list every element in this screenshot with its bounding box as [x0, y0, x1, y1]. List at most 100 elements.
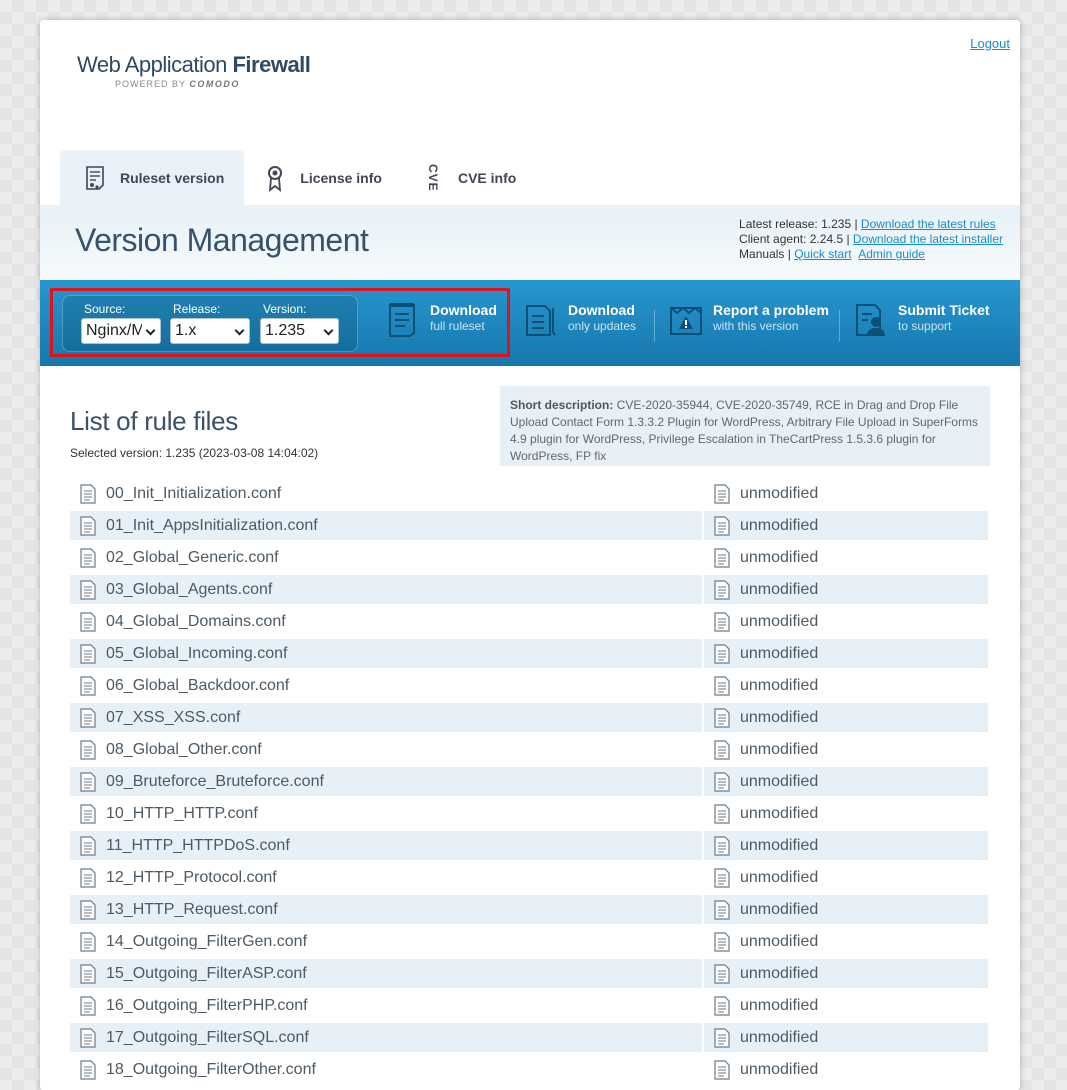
file-icon [80, 1059, 96, 1080]
rule-file-name[interactable]: 04_Global_Domains.conf [106, 613, 286, 631]
version-label: Version: [263, 302, 307, 316]
rule-file-status: unmodified [740, 580, 819, 598]
rule-file-name[interactable]: 14_Outgoing_FilterGen.conf [106, 933, 307, 951]
status-cell: unmodified [704, 543, 988, 572]
admin-guide-link[interactable]: Admin guide [858, 247, 925, 261]
file-icon [714, 803, 730, 824]
tab-ruleset-version[interactable]: Ruleset version [60, 150, 245, 205]
status-cell: unmodified [704, 479, 988, 508]
rule-file-name[interactable]: 17_Outgoing_FilterSQL.conf [106, 1029, 309, 1047]
table-row: 03_Global_Agents.conf unmodified [70, 574, 990, 606]
status-cell: unmodified [704, 767, 988, 796]
table-row: 16_Outgoing_FilterPHP.conf unmodified [70, 990, 990, 1022]
download-full-ruleset-button[interactable]: Download full ruleset [386, 302, 497, 346]
release-select[interactable]: 1.x [170, 318, 250, 344]
file-cell: 02_Global_Generic.conf [70, 543, 702, 572]
logo-powered-by: POWERED BY [115, 79, 190, 89]
file-icon [714, 867, 730, 888]
rule-file-status: unmodified [740, 612, 819, 630]
file-cell: 11_HTTP_HTTPDoS.conf [70, 831, 702, 860]
certificate-icon [264, 164, 286, 192]
version-management-header: Version Management Latest release: 1.235… [40, 205, 1020, 280]
file-icon [80, 547, 96, 568]
rule-file-status: unmodified [740, 740, 819, 758]
file-icon [80, 771, 96, 792]
rule-file-name[interactable]: 06_Global_Backdoor.conf [106, 677, 289, 695]
rule-file-name[interactable]: 08_Global_Other.conf [106, 741, 262, 759]
file-cell: 10_HTTP_HTTP.conf [70, 799, 702, 828]
rule-file-status: unmodified [740, 484, 819, 502]
file-cell: 16_Outgoing_FilterPHP.conf [70, 991, 702, 1020]
short-description-label: Short description: [510, 398, 614, 412]
report-problem-sublabel: with this version [713, 319, 799, 333]
file-icon [80, 707, 96, 728]
table-row: 00_Init_Initialization.conf unmodified [70, 478, 990, 510]
download-latest-installer-link[interactable]: Download the latest installer [853, 232, 1003, 246]
rule-file-status: unmodified [740, 804, 819, 822]
report-problem-button[interactable]: Report a problem with this version [669, 302, 829, 346]
rule-file-status: unmodified [740, 1060, 819, 1078]
file-icon [714, 643, 730, 664]
download-latest-rules-link[interactable]: Download the latest rules [861, 217, 996, 231]
file-icon [80, 1027, 96, 1048]
version-select[interactable]: 1.235 [260, 318, 339, 344]
status-cell: unmodified [704, 511, 988, 540]
file-icon [714, 483, 730, 504]
table-row: 10_HTTP_HTTP.conf unmodified [70, 798, 990, 830]
rule-file-name[interactable]: 00_Init_Initialization.conf [106, 485, 281, 503]
rule-file-name[interactable]: 15_Outgoing_FilterASP.conf [106, 965, 307, 983]
file-icon [80, 867, 96, 888]
file-cell: 04_Global_Domains.conf [70, 607, 702, 636]
tab-cve-info-label: CVE info [457, 169, 517, 186]
rule-file-name[interactable]: 05_Global_Incoming.conf [106, 645, 287, 663]
rule-file-name[interactable]: 07_XSS_XSS.conf [106, 709, 240, 727]
table-row: 18_Outgoing_FilterOther.conf unmodified [70, 1054, 990, 1086]
tab-ruleset-version-label: Ruleset version [120, 169, 225, 186]
status-cell: unmodified [704, 607, 988, 636]
status-cell: unmodified [704, 1023, 988, 1052]
file-icon [714, 611, 730, 632]
logo-title-light: Web Application [77, 52, 233, 77]
rule-file-name[interactable]: 16_Outgoing_FilterPHP.conf [106, 997, 308, 1015]
warning-icon [670, 306, 702, 335]
rule-file-name[interactable]: 02_Global_Generic.conf [106, 549, 279, 567]
table-row: 08_Global_Other.conf unmodified [70, 734, 990, 766]
rule-file-name[interactable]: 03_Global_Agents.conf [106, 581, 272, 599]
rule-file-name[interactable]: 10_HTTP_HTTP.conf [106, 805, 258, 823]
updates-download-icon [526, 305, 556, 336]
file-cell: 01_Init_AppsInitialization.conf [70, 511, 702, 540]
rule-file-status: unmodified [740, 868, 819, 886]
rule-file-name[interactable]: 11_HTTP_HTTPDoS.conf [106, 837, 290, 855]
status-cell: unmodified [704, 895, 988, 924]
rule-file-status: unmodified [740, 836, 819, 854]
rule-file-name[interactable]: 13_HTTP_Request.conf [106, 901, 278, 919]
file-icon [80, 515, 96, 536]
rule-file-name[interactable]: 12_HTTP_Protocol.conf [106, 869, 277, 887]
table-row: 06_Global_Backdoor.conf unmodified [70, 670, 990, 702]
logout-link[interactable]: Logout [970, 36, 1010, 51]
rule-file-status: unmodified [740, 1028, 819, 1046]
rule-file-name[interactable]: 18_Outgoing_FilterOther.conf [106, 1061, 316, 1079]
quick-start-link[interactable]: Quick start [794, 247, 851, 261]
tab-license-info[interactable]: License info [244, 150, 402, 205]
table-row: 13_HTTP_Request.conf unmodified [70, 894, 990, 926]
table-row: 05_Global_Incoming.conf unmodified [70, 638, 990, 670]
file-icon [714, 739, 730, 760]
submit-ticket-button[interactable]: Submit Ticket to support [854, 302, 990, 346]
tab-cve-info[interactable]: CVE CVE info [402, 150, 536, 205]
file-icon [80, 931, 96, 952]
rule-file-name[interactable]: 01_Init_AppsInitialization.conf [106, 517, 318, 535]
file-cell: 12_HTTP_Protocol.conf [70, 863, 702, 892]
file-icon [714, 579, 730, 600]
rule-file-list: 00_Init_Initialization.conf unmodified 01_… [70, 478, 990, 1086]
file-icon [80, 643, 96, 664]
release-info: Latest release: 1.235 | Download the lat… [739, 217, 1003, 262]
rule-file-name[interactable]: 09_Bruteforce_Bruteforce.conf [106, 773, 324, 791]
rule-file-status: unmodified [740, 548, 819, 566]
download-updates-button[interactable]: Download only updates [524, 302, 636, 346]
status-cell: unmodified [704, 703, 988, 732]
file-icon [714, 707, 730, 728]
file-icon [714, 515, 730, 536]
source-select[interactable]: Nginx/M [81, 318, 161, 344]
rule-file-status: unmodified [740, 516, 819, 534]
